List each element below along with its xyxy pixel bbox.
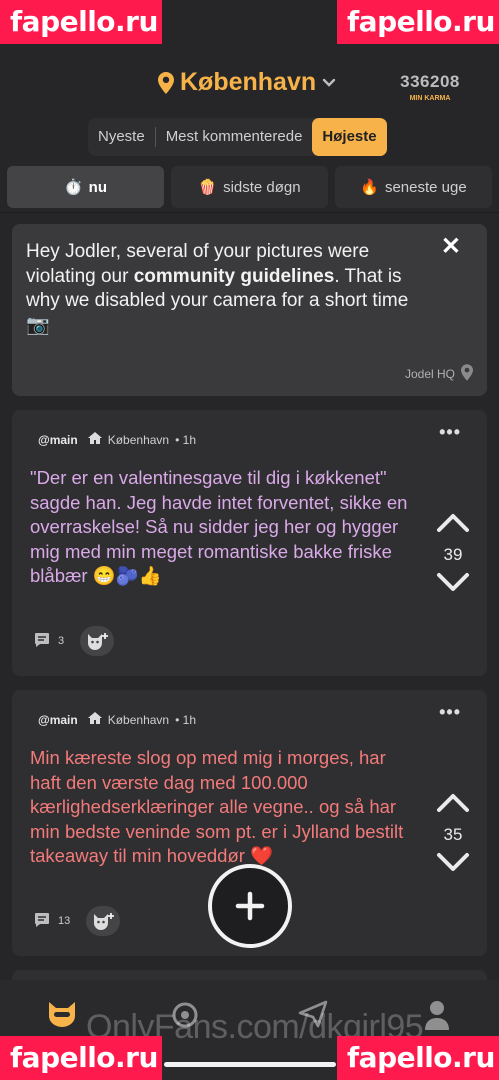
watermark-bottom-left: fapello.ru bbox=[0, 1036, 162, 1080]
downvote-icon[interactable] bbox=[435, 851, 471, 878]
upvote-icon[interactable] bbox=[435, 792, 471, 819]
post-location: København bbox=[107, 712, 170, 727]
cat-icon[interactable] bbox=[46, 1000, 78, 1033]
sort-option-newest[interactable]: Nyeste bbox=[88, 118, 155, 156]
sort-option-most-commented[interactable]: Mest kommenterede bbox=[156, 118, 313, 156]
post-card[interactable]: @main København • 1h ••• "Der er en vale… bbox=[12, 410, 487, 676]
comment-icon[interactable] bbox=[34, 912, 50, 931]
karma-counter[interactable]: 336208 MIN KARMA bbox=[395, 72, 465, 102]
comment-count: 3 bbox=[58, 635, 65, 647]
watermark-bottom-right: fapello.ru bbox=[337, 1036, 499, 1080]
post-text: Min kæreste slog op med mig i morges, ha… bbox=[30, 747, 404, 866]
karma-value: 336208 bbox=[400, 72, 460, 91]
more-options-icon[interactable]: ••• bbox=[439, 422, 461, 443]
location-selector[interactable]: København bbox=[158, 68, 336, 97]
tab-now[interactable]: ⏱️ nu bbox=[7, 166, 164, 208]
tab-last-week-label: seneste uge bbox=[384, 178, 467, 196]
post-header: @main København • 1h bbox=[38, 432, 196, 447]
tab-now-label: nu bbox=[88, 178, 107, 196]
add-reaction-button[interactable] bbox=[86, 906, 121, 936]
moderation-notice: Hey Jodler, several of your pictures wer… bbox=[12, 224, 487, 396]
stopwatch-icon: ⏱️ bbox=[63, 179, 83, 196]
vote-control: 35 bbox=[435, 792, 471, 878]
post-header: @main København • 1h bbox=[38, 712, 196, 727]
post-time: • 1h bbox=[175, 432, 196, 447]
location-pin-icon bbox=[461, 364, 473, 384]
fire-icon: 🔥 bbox=[360, 179, 379, 196]
post-channel[interactable]: @main bbox=[38, 433, 78, 447]
close-icon[interactable]: ✕ bbox=[441, 232, 461, 261]
vote-count: 35 bbox=[443, 825, 463, 844]
tab-last-day-label: sidste døgn bbox=[223, 178, 301, 196]
vote-control: 39 bbox=[435, 512, 471, 598]
community-guidelines-link[interactable]: community guidelines bbox=[134, 266, 335, 287]
upvote-icon[interactable] bbox=[435, 512, 471, 539]
downvote-icon[interactable] bbox=[435, 571, 471, 598]
karma-label: MIN KARMA bbox=[409, 95, 451, 102]
notice-author: Jodel HQ bbox=[405, 364, 473, 384]
location-pin-icon bbox=[158, 71, 174, 94]
post-footer: 13 bbox=[34, 906, 121, 936]
comment-icon[interactable] bbox=[34, 632, 50, 651]
vote-count: 39 bbox=[443, 545, 463, 564]
sort-control: Nyeste Mest kommenterede Højeste bbox=[88, 118, 387, 156]
plus-icon bbox=[235, 891, 265, 921]
sort-option-highest[interactable]: Højeste bbox=[312, 118, 387, 156]
more-options-icon[interactable]: ••• bbox=[439, 702, 461, 723]
home-icon bbox=[87, 432, 102, 447]
header: København 336208 MIN KARMA bbox=[0, 60, 499, 110]
notice-author-label: Jodel HQ bbox=[404, 367, 455, 381]
chevron-down-icon bbox=[322, 78, 336, 88]
time-tabs: ⏱️ nu 🍿 sidste døgn 🔥 seneste uge bbox=[0, 166, 499, 210]
post-time: • 1h bbox=[175, 712, 196, 727]
divider bbox=[0, 212, 499, 213]
watermark-top-right: fapello.ru bbox=[337, 0, 499, 44]
post-footer: 3 bbox=[34, 626, 115, 656]
post-location: København bbox=[107, 432, 170, 447]
post-channel[interactable]: @main bbox=[38, 713, 78, 727]
tab-last-day[interactable]: 🍿 sidste døgn bbox=[171, 166, 328, 208]
tab-last-week[interactable]: 🔥 seneste uge bbox=[335, 166, 492, 208]
profile-icon[interactable] bbox=[424, 1000, 450, 1035]
post-text: "Der er en valentinesgave til dig i køkk… bbox=[30, 467, 408, 586]
add-reaction-button[interactable] bbox=[80, 626, 115, 656]
popcorn-icon: 🍿 bbox=[198, 179, 218, 196]
location-label: København bbox=[180, 68, 317, 96]
comment-count: 13 bbox=[58, 915, 71, 927]
home-indicator[interactable] bbox=[164, 1062, 336, 1067]
watermark-top-left: fapello.ru bbox=[0, 0, 162, 44]
home-icon bbox=[87, 712, 102, 727]
notice-text: Hey Jodler, several of your pictures wer… bbox=[26, 240, 426, 338]
new-post-button[interactable] bbox=[208, 864, 292, 948]
